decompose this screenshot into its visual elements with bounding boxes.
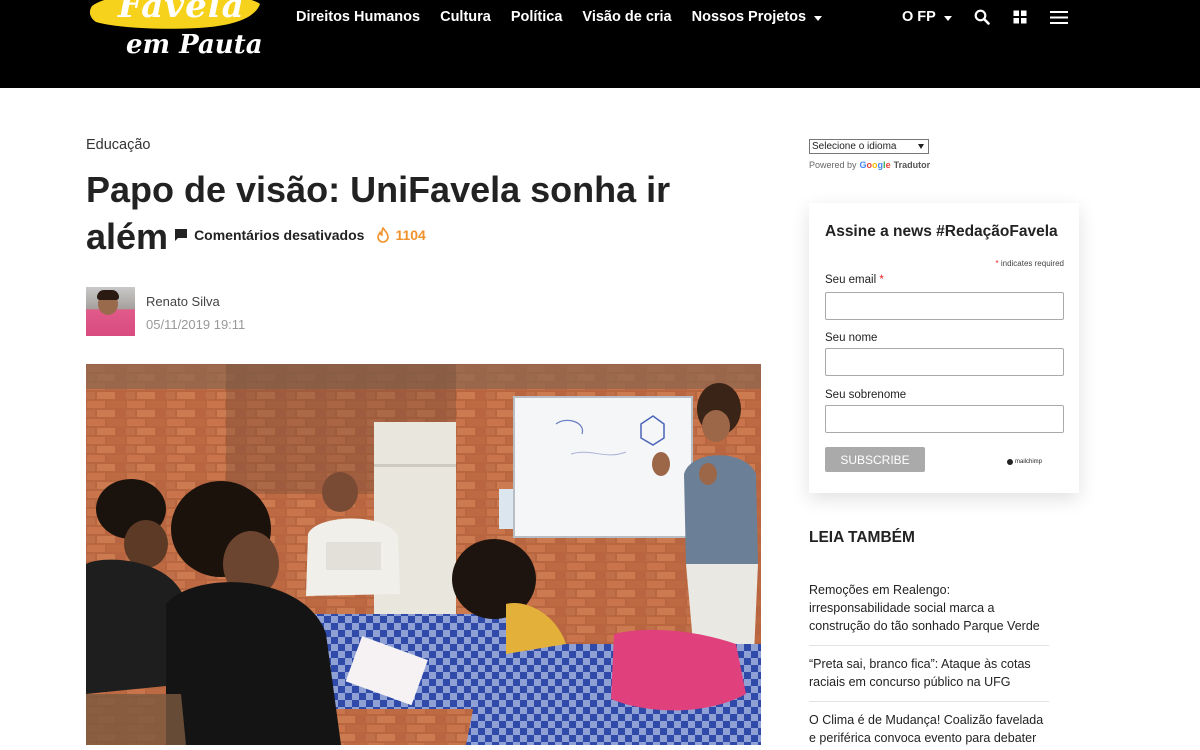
mailchimp-text: mailchimp xyxy=(1015,459,1043,465)
ofp-label: O FP xyxy=(902,9,936,25)
mailchimp-icon xyxy=(1007,459,1013,465)
comments-status: Comentários desativados xyxy=(194,226,365,243)
language-select-value: Selecione o idioma xyxy=(812,141,897,152)
required-star: * xyxy=(995,259,999,268)
featured-image xyxy=(86,364,761,745)
mailchimp-badge[interactable]: mailchimp xyxy=(1005,459,1042,465)
email-label: Seu email * xyxy=(825,274,884,286)
nav-politica[interactable]: Política xyxy=(511,9,563,25)
author-name[interactable]: Renato Silva xyxy=(146,294,220,309)
nav-nossos-projetos[interactable]: Nossos Projetos xyxy=(691,9,823,25)
main-nav: Direitos Humanos Cultura Política Visão … xyxy=(296,9,842,25)
surname-field[interactable] xyxy=(825,405,1064,433)
translate-link[interactable]: Tradutor xyxy=(894,160,931,170)
related-link-3[interactable]: O Clima é de Mudança! Coalizão favelada … xyxy=(809,711,1049,747)
comment-icon xyxy=(175,229,188,242)
required-note: * indicates required xyxy=(995,259,1064,268)
search-icon[interactable] xyxy=(974,9,990,25)
chevron-down-icon xyxy=(943,15,952,21)
logo-favela: Favela xyxy=(88,0,263,32)
nav-cultura[interactable]: Cultura xyxy=(440,9,491,25)
subscribe-button[interactable]: SUBSCRIBE xyxy=(825,447,925,472)
menu-icon[interactable] xyxy=(1049,9,1068,25)
newsletter-form: Assine a news #RedaçãoFavela * indicates… xyxy=(809,203,1079,493)
grid-icon[interactable] xyxy=(1012,9,1028,25)
ofp-menu[interactable]: O FP xyxy=(902,9,952,25)
article-category[interactable]: Educação xyxy=(86,137,151,153)
related-link-1[interactable]: Remoções em Realengo: irresponsabilidade… xyxy=(809,581,1049,635)
nav-direitos-humanos[interactable]: Direitos Humanos xyxy=(296,9,420,25)
language-select[interactable]: Selecione o idioma xyxy=(809,139,929,154)
name-label: Seu nome xyxy=(825,332,878,344)
email-field[interactable] xyxy=(825,292,1064,320)
related-link-2[interactable]: “Preta sai, branco fica”: Ataque às cota… xyxy=(809,655,1049,691)
divider xyxy=(809,701,1049,702)
logo-text-2: em Pauta xyxy=(126,30,263,60)
fire-icon xyxy=(377,227,390,244)
powered-by-text: Powered by xyxy=(809,160,857,170)
site-header: Favela em Pauta Direitos Humanos Cultura… xyxy=(0,0,1200,88)
chevron-down-icon xyxy=(918,144,924,149)
logo-text-1: Favela xyxy=(118,0,245,26)
surname-label: Seu sobrenome xyxy=(825,389,907,401)
site-logo[interactable]: Favela em Pauta xyxy=(88,0,268,70)
name-field[interactable] xyxy=(825,348,1064,376)
google-translate-credit: Powered by Google Tradutor xyxy=(809,160,930,170)
classroom-photo xyxy=(86,364,761,745)
email-label-text: Seu email xyxy=(825,274,877,286)
newsletter-title: Assine a news #RedaçãoFavela xyxy=(825,223,1058,240)
related-title: LEIA TAMBÉM xyxy=(809,529,915,546)
article-title: Papo de visão: UniFavela sonha ir além Co… xyxy=(86,166,726,263)
google-logo: Google xyxy=(859,160,891,170)
author-avatar[interactable] xyxy=(86,287,135,336)
nav-nossos-projetos-label: Nossos Projetos xyxy=(691,9,807,25)
article-meta: Comentários desativados 1104 xyxy=(174,212,426,259)
publish-date: 05/11/2019 19:11 xyxy=(146,317,246,332)
avatar-hair xyxy=(97,290,119,300)
nav-visao-de-cria[interactable]: Visão de cria xyxy=(582,9,671,25)
chevron-down-icon xyxy=(814,15,823,21)
view-count: 1104 xyxy=(395,226,426,243)
required-star: * xyxy=(879,274,884,286)
header-tools: O FP xyxy=(902,9,1068,25)
divider xyxy=(809,645,1049,646)
required-note-text: indicates required xyxy=(1000,259,1064,268)
